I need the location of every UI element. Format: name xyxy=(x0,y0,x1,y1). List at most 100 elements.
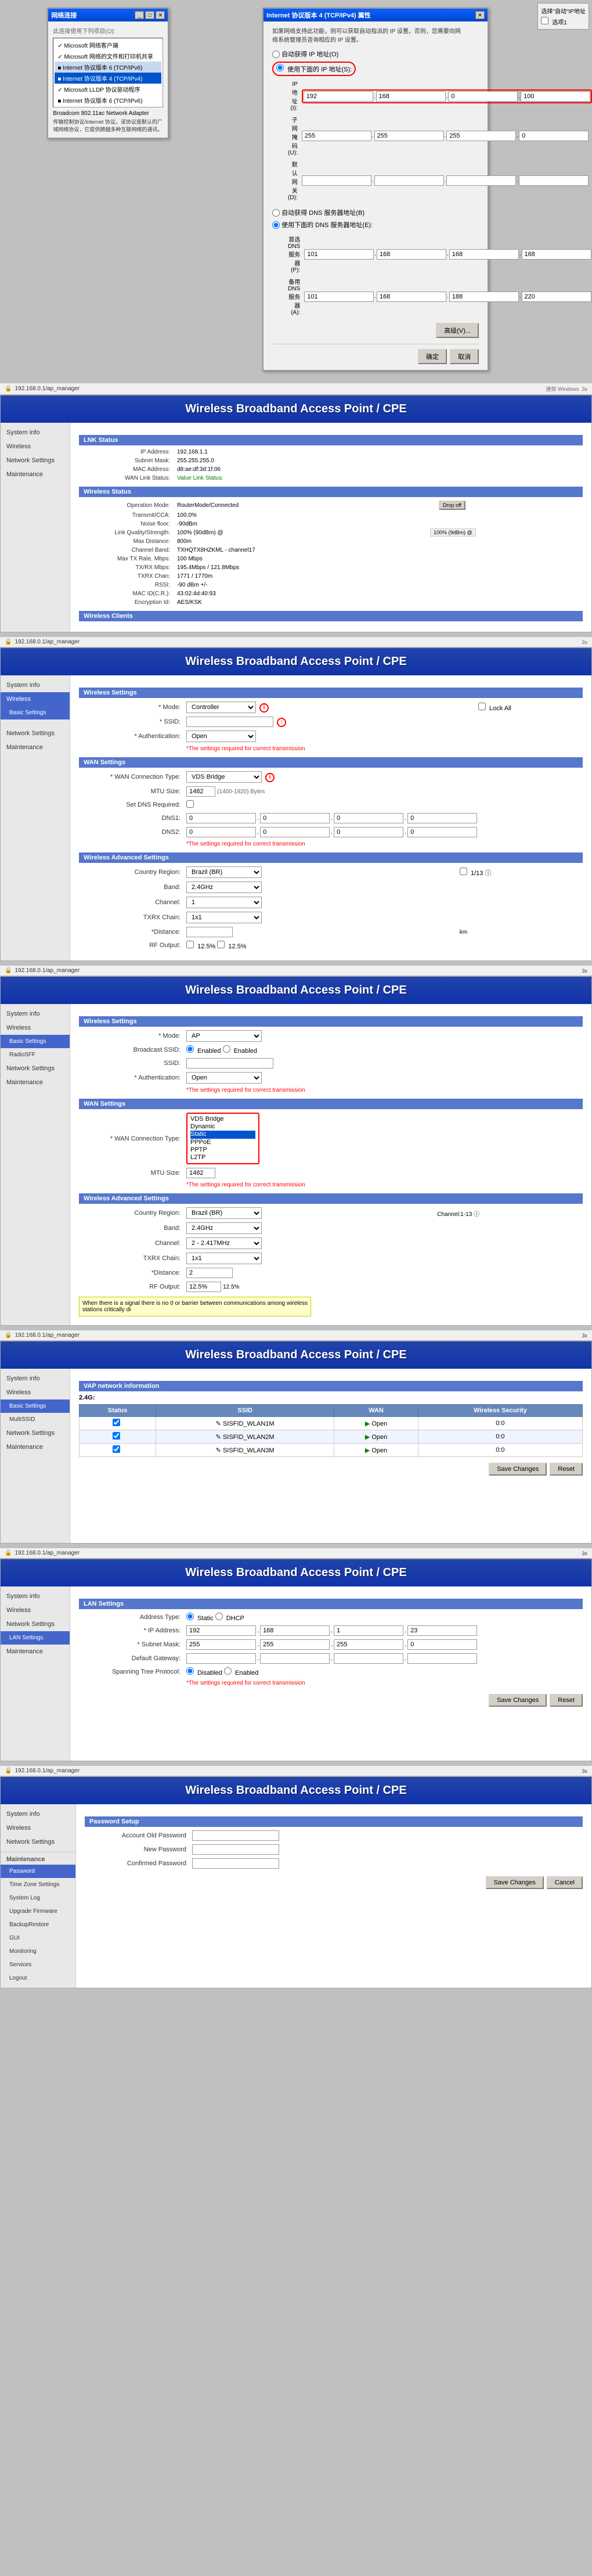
network-item[interactable]: ✓ Microsoft 网络的文件和打印机共享 xyxy=(55,51,161,62)
subnet-oct4[interactable] xyxy=(519,131,589,141)
ch-checkbox1[interactable] xyxy=(460,868,467,875)
s4-wan-select[interactable]: VDS Bridge Dynamic Static PPPoE PPTP L2T… xyxy=(188,1114,258,1163)
lan-sn-oct4[interactable] xyxy=(407,1639,477,1650)
advanced-btn[interactable]: 高级(V)... xyxy=(436,323,479,338)
dns2-w-oct4[interactable] xyxy=(407,827,477,837)
maximize-btn[interactable]: □ xyxy=(145,11,154,19)
dns2-oct1[interactable] xyxy=(304,292,374,302)
ip-oct3[interactable] xyxy=(448,91,518,102)
s6-system-info[interactable]: System info xyxy=(1,1589,70,1603)
s7-logout[interactable]: Logout xyxy=(1,1971,75,1985)
s3-maintenance[interactable]: Maintenance xyxy=(1,740,70,754)
mtu-input[interactable] xyxy=(186,786,215,797)
lan-gw-oct2[interactable] xyxy=(260,1653,330,1664)
vap-save-btn[interactable]: Save Changes xyxy=(489,1463,547,1476)
new-pwd-input[interactable] xyxy=(192,1844,279,1855)
channel-select[interactable]: 1 xyxy=(186,897,262,908)
dns1-oct3[interactable] xyxy=(449,249,519,260)
dns2-w-oct2[interactable] xyxy=(260,827,330,837)
ip-oct4[interactable] xyxy=(521,91,590,102)
s4-distance-input[interactable] xyxy=(186,1268,233,1278)
dns2-oct2[interactable] xyxy=(377,292,446,302)
s4-channel-select[interactable]: 2 - 2.417MHz xyxy=(186,1237,262,1249)
s4-rf-input[interactable] xyxy=(186,1282,221,1292)
lan-ip-oct3[interactable] xyxy=(334,1625,403,1636)
lan-ip-oct2[interactable] xyxy=(260,1625,330,1636)
gw-oct4[interactable] xyxy=(519,175,589,186)
lan-ip-oct1[interactable] xyxy=(186,1625,256,1636)
s7-backup[interactable]: BackupRestore xyxy=(1,1918,75,1931)
s3-system-info[interactable]: System info xyxy=(1,678,70,692)
addr-type-static-radio[interactable] xyxy=(186,1613,194,1620)
s6-maintenance[interactable]: Maintenance xyxy=(1,1645,70,1658)
s7-firmware[interactable]: Upgrade Firmware xyxy=(1,1905,75,1918)
lan-gw-oct1[interactable] xyxy=(186,1653,256,1664)
network-item-ipv6-2[interactable]: ■ Internet 协议版本 6 (TCP/IPv6) xyxy=(55,95,161,106)
ip-oct1[interactable] xyxy=(304,91,373,102)
vap-status-cb2[interactable] xyxy=(113,1432,120,1440)
lan-gw-oct3[interactable] xyxy=(334,1653,403,1664)
dns1-w-oct4[interactable] xyxy=(407,813,477,823)
dns2-w-oct3[interactable] xyxy=(334,827,403,837)
s4-network-settings[interactable]: Network Settings xyxy=(1,1062,70,1075)
wan-type-info[interactable]: i xyxy=(265,773,275,782)
lan-sn-oct2[interactable] xyxy=(260,1639,330,1650)
s4-broadcast-disabled-radio[interactable] xyxy=(223,1045,230,1053)
s5-basic-settings[interactable]: Basic Settings xyxy=(1,1399,70,1413)
sidebar-maintenance[interactable]: Maintenance xyxy=(1,467,70,481)
minimize-btn[interactable]: _ xyxy=(135,11,144,19)
txrx-select[interactable]: 1x1 xyxy=(186,912,262,923)
s7-system-info[interactable]: System info xyxy=(1,1807,75,1821)
s5-multissid[interactable]: MultiSSID xyxy=(1,1413,70,1426)
lan-reset-btn[interactable]: Reset xyxy=(550,1694,583,1707)
confirm-pwd-input[interactable] xyxy=(192,1858,279,1869)
lan-sn-oct1[interactable] xyxy=(186,1639,256,1650)
lock-all-checkbox[interactable] xyxy=(478,703,486,710)
close-btn[interactable]: ✕ xyxy=(156,11,165,19)
s6-lan-settings[interactable]: LAN Settings xyxy=(1,1631,70,1645)
s4-txrx-select[interactable]: 1x1 xyxy=(186,1253,262,1264)
drop-off-btn[interactable]: Drop off xyxy=(439,501,465,510)
dns2-oct3[interactable] xyxy=(449,292,519,302)
wan-type-select[interactable]: VDS Bridge Dynamic Static xyxy=(186,771,262,783)
spanning-enabled-radio[interactable] xyxy=(224,1667,232,1675)
s5-wireless[interactable]: Wireless xyxy=(1,1386,70,1399)
network-item-ipv4[interactable]: ■ Internet 协议版本 4 (TCP/IPv4) xyxy=(55,73,161,84)
dns1-w-oct1[interactable] xyxy=(186,813,256,823)
dns1-w-oct2[interactable] xyxy=(260,813,330,823)
set-dns-checkbox[interactable] xyxy=(186,800,194,808)
rf-check1[interactable] xyxy=(186,941,194,948)
auto-ip-radio[interactable] xyxy=(272,51,280,58)
s4-mode-select[interactable]: AP xyxy=(186,1030,262,1042)
s4-ssid-input[interactable] xyxy=(186,1058,273,1068)
vap-reset-btn[interactable]: Reset xyxy=(550,1463,583,1476)
dns1-w-oct3[interactable] xyxy=(334,813,403,823)
gw-oct1[interactable] xyxy=(302,175,371,186)
sidebar-system-info[interactable]: System info xyxy=(1,426,70,440)
ip-close-btn[interactable]: ✕ xyxy=(475,11,485,19)
addr-type-dhcp-radio[interactable] xyxy=(215,1613,223,1620)
pwd-cancel-btn[interactable]: Cancel xyxy=(547,1876,583,1889)
spanning-disabled-radio[interactable] xyxy=(186,1667,194,1675)
ip-oct2[interactable] xyxy=(376,91,446,102)
s5-system-info[interactable]: System info xyxy=(1,1372,70,1386)
s5-network-settings[interactable]: Network Settings xyxy=(1,1426,70,1440)
vap-status-cb3[interactable] xyxy=(113,1445,120,1453)
s4-basic-settings[interactable]: Basic Settings xyxy=(1,1035,70,1048)
manual-dns-radio[interactable] xyxy=(272,221,280,229)
mode-info-icon[interactable]: i xyxy=(259,703,269,713)
s7-wireless[interactable]: Wireless xyxy=(1,1821,75,1835)
gw-oct2[interactable] xyxy=(374,175,444,186)
lan-sn-oct3[interactable] xyxy=(334,1639,403,1650)
subnet-oct3[interactable] xyxy=(446,131,516,141)
cancel-btn[interactable]: 取消 xyxy=(450,349,479,364)
s4-mtu-input[interactable] xyxy=(186,1168,215,1178)
s6-wireless[interactable]: Wireless xyxy=(1,1603,70,1617)
mode-select[interactable]: Station AP Controller AP+WDS xyxy=(186,701,256,713)
sidebar-wireless[interactable]: Wireless xyxy=(1,440,70,454)
vap-status-cb1[interactable] xyxy=(113,1419,120,1426)
network-item[interactable]: ✓ Microsoft 网络客户端 xyxy=(55,39,161,51)
network-item-ipv6[interactable]: ■ Internet 协议版本 6 (TCP/IPv6) xyxy=(55,62,161,73)
gw-oct3[interactable] xyxy=(446,175,516,186)
s3-network-settings[interactable]: Network Settings xyxy=(1,726,70,740)
